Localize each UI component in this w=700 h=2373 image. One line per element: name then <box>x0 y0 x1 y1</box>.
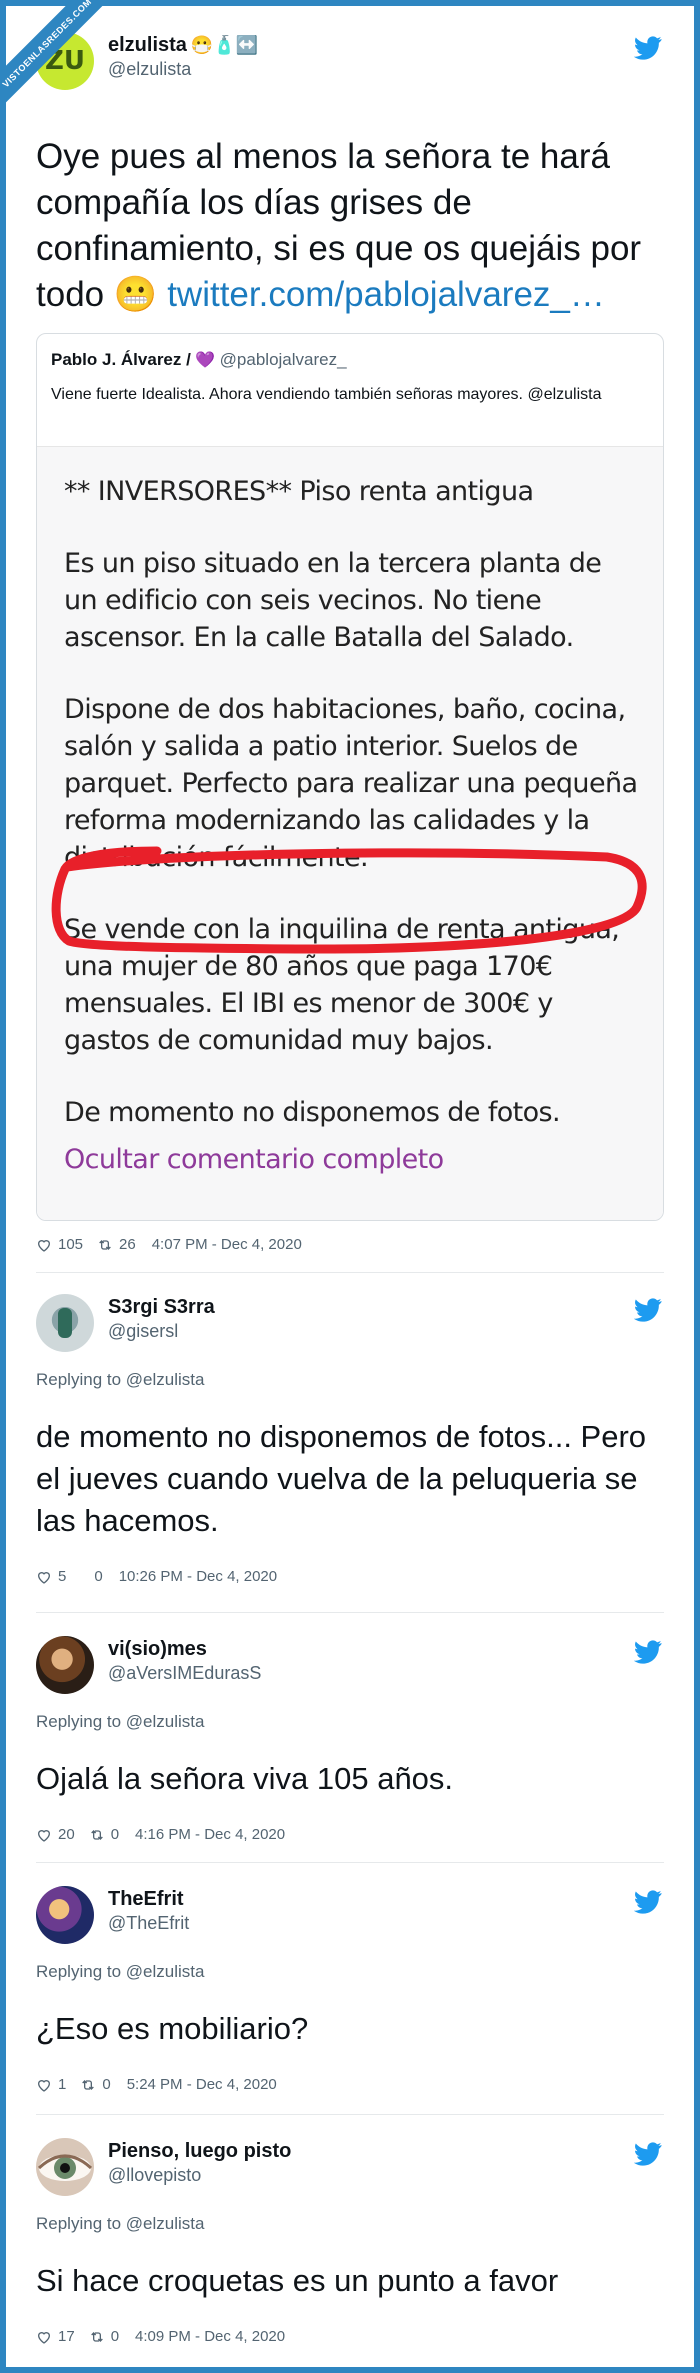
ad-paragraph-photos: De momento no disponemos de fotos. <box>64 1097 561 1128</box>
red-highlight-scribble <box>51 846 647 954</box>
main-tweet-meta: 105 26 4:07 PM - Dec 4, 2020 <box>36 1236 666 1253</box>
reply-tweet: vi(sio)mes @aVersIMEdurasS Replying to @… <box>36 1632 666 1843</box>
divider <box>36 1862 664 1863</box>
retweet-count: 0 <box>102 2076 111 2093</box>
handle[interactable]: @gisersl <box>108 1321 215 1342</box>
divider <box>36 2114 664 2115</box>
timestamp[interactable]: 4:09 PM - Dec 4, 2020 <box>135 2328 285 2345</box>
heart-icon[interactable] <box>36 1237 52 1253</box>
avatar[interactable] <box>36 1294 94 1352</box>
tweet-text: Oye pues al menos la señora te hará comp… <box>36 137 642 314</box>
retweet-count: 0 <box>110 2328 120 2345</box>
tweet-link[interactable]: twitter.com/pablojalvarez_… <box>167 275 605 314</box>
display-name[interactable]: elzulista 😷🧴↔️ <box>108 34 258 57</box>
divider <box>36 1612 664 1613</box>
quote-text: Viene fuerte Idealista. Ahora vendiendo … <box>51 386 602 403</box>
eye-icon <box>37 2154 93 2181</box>
like-count: 5 <box>58 1568 67 1585</box>
replying-to[interactable]: Replying to @elzulista <box>36 1962 666 1982</box>
retweet-count: 0 <box>94 1568 103 1585</box>
avatar[interactable] <box>36 2138 94 2196</box>
divider <box>36 1272 664 1273</box>
twitter-bird-icon[interactable] <box>634 1890 662 1914</box>
display-name[interactable]: TheEfrit <box>108 1888 189 1911</box>
heart-icon[interactable] <box>36 2329 52 2345</box>
reply-text: Si hace croquetas es un punto a favor <box>36 2263 559 2298</box>
purple-heart-emoji: 💜 <box>195 352 216 369</box>
timestamp[interactable]: 4:16 PM - Dec 4, 2020 <box>135 1826 285 1843</box>
handle[interactable]: @elzulista <box>108 59 258 80</box>
hide-comment-link[interactable]: Ocultar comentario completo <box>64 1141 641 1178</box>
twitter-bird-icon[interactable] <box>634 1640 662 1664</box>
like-count: 105 <box>58 1236 84 1253</box>
quoted-ad-screenshot: ** INVERSORES** Piso renta antigua Es un… <box>37 446 663 1220</box>
display-name[interactable]: S3rgi S3rra <box>108 1296 215 1319</box>
like-count: 1 <box>58 2076 67 2093</box>
avatar[interactable] <box>36 1886 94 1944</box>
handle[interactable]: @TheEfrit <box>108 1913 189 1934</box>
quote-display-name[interactable]: Pablo J. Álvarez / <box>51 350 191 369</box>
reply-tweet: TheEfrit @TheEfrit Replying to @elzulist… <box>36 1882 666 2093</box>
reply-text: ¿Eso es mobiliario? <box>36 2011 309 2046</box>
like-count: 20 <box>58 1826 75 1843</box>
display-name[interactable]: Pienso, luego pisto <box>108 2140 291 2163</box>
heart-icon[interactable] <box>36 1827 52 1843</box>
replying-to[interactable]: Replying to @elzulista <box>36 1370 666 1390</box>
ad-title: ** INVERSORES** Piso renta antigua <box>64 476 534 507</box>
quote-handle[interactable]: @pablojalvarez_ <box>220 350 347 369</box>
ad-paragraph-location: Es un piso situado en la tercera planta … <box>64 548 602 653</box>
retweet-icon[interactable] <box>89 1827 105 1843</box>
twitter-bird-icon[interactable] <box>634 2142 662 2166</box>
timestamp[interactable]: 5:24 PM - Dec 4, 2020 <box>127 2076 277 2093</box>
like-count: 17 <box>58 2328 75 2345</box>
handle[interactable]: @llovepisto <box>108 2165 291 2186</box>
avatar[interactable] <box>36 1636 94 1694</box>
reply-text: Ojalá la señora viva 105 años. <box>36 1761 454 1796</box>
retweet-count: 0 <box>110 1826 120 1843</box>
display-name[interactable]: vi(sio)mes <box>108 1638 261 1661</box>
heart-icon[interactable] <box>36 1569 52 1585</box>
heart-icon[interactable] <box>36 2077 52 2093</box>
replying-to[interactable]: Replying to @elzulista <box>36 2214 666 2234</box>
retweet-icon[interactable] <box>80 2077 96 2093</box>
replying-to[interactable]: Replying to @elzulista <box>36 1712 666 1732</box>
main-tweet: ZU elzulista 😷🧴↔️ @elzulista Oye pues al … <box>36 28 666 318</box>
timestamp[interactable]: 10:26 PM - Dec 4, 2020 <box>119 1568 277 1585</box>
main-tweet-header: ZU elzulista 😷🧴↔️ @elzulista <box>36 28 666 98</box>
grimace-emoji: 😬 <box>113 275 158 314</box>
reply-tweet: Pienso, luego pisto @llovepisto Replying… <box>36 2134 666 2345</box>
retweet-count: 26 <box>119 1236 136 1253</box>
retweet-icon[interactable] <box>97 1237 113 1253</box>
quoted-tweet[interactable]: Pablo J. Álvarez / 💜 @pablojalvarez_ Vie… <box>36 333 664 1221</box>
handle[interactable]: @aVersIMEdurasS <box>108 1663 261 1684</box>
reply-text: de momento no disponemos de fotos... Per… <box>36 1419 647 1538</box>
timestamp[interactable]: 4:07 PM - Dec 4, 2020 <box>152 1236 302 1253</box>
name-emojis: 😷🧴↔️ <box>190 35 259 56</box>
retweet-icon[interactable] <box>89 2329 105 2345</box>
reply-tweet: S3rgi S3rra @gisersl Replying to @elzuli… <box>36 1290 666 1585</box>
twitter-bird-icon[interactable] <box>634 1298 662 1322</box>
twitter-bird-icon[interactable] <box>634 36 662 60</box>
